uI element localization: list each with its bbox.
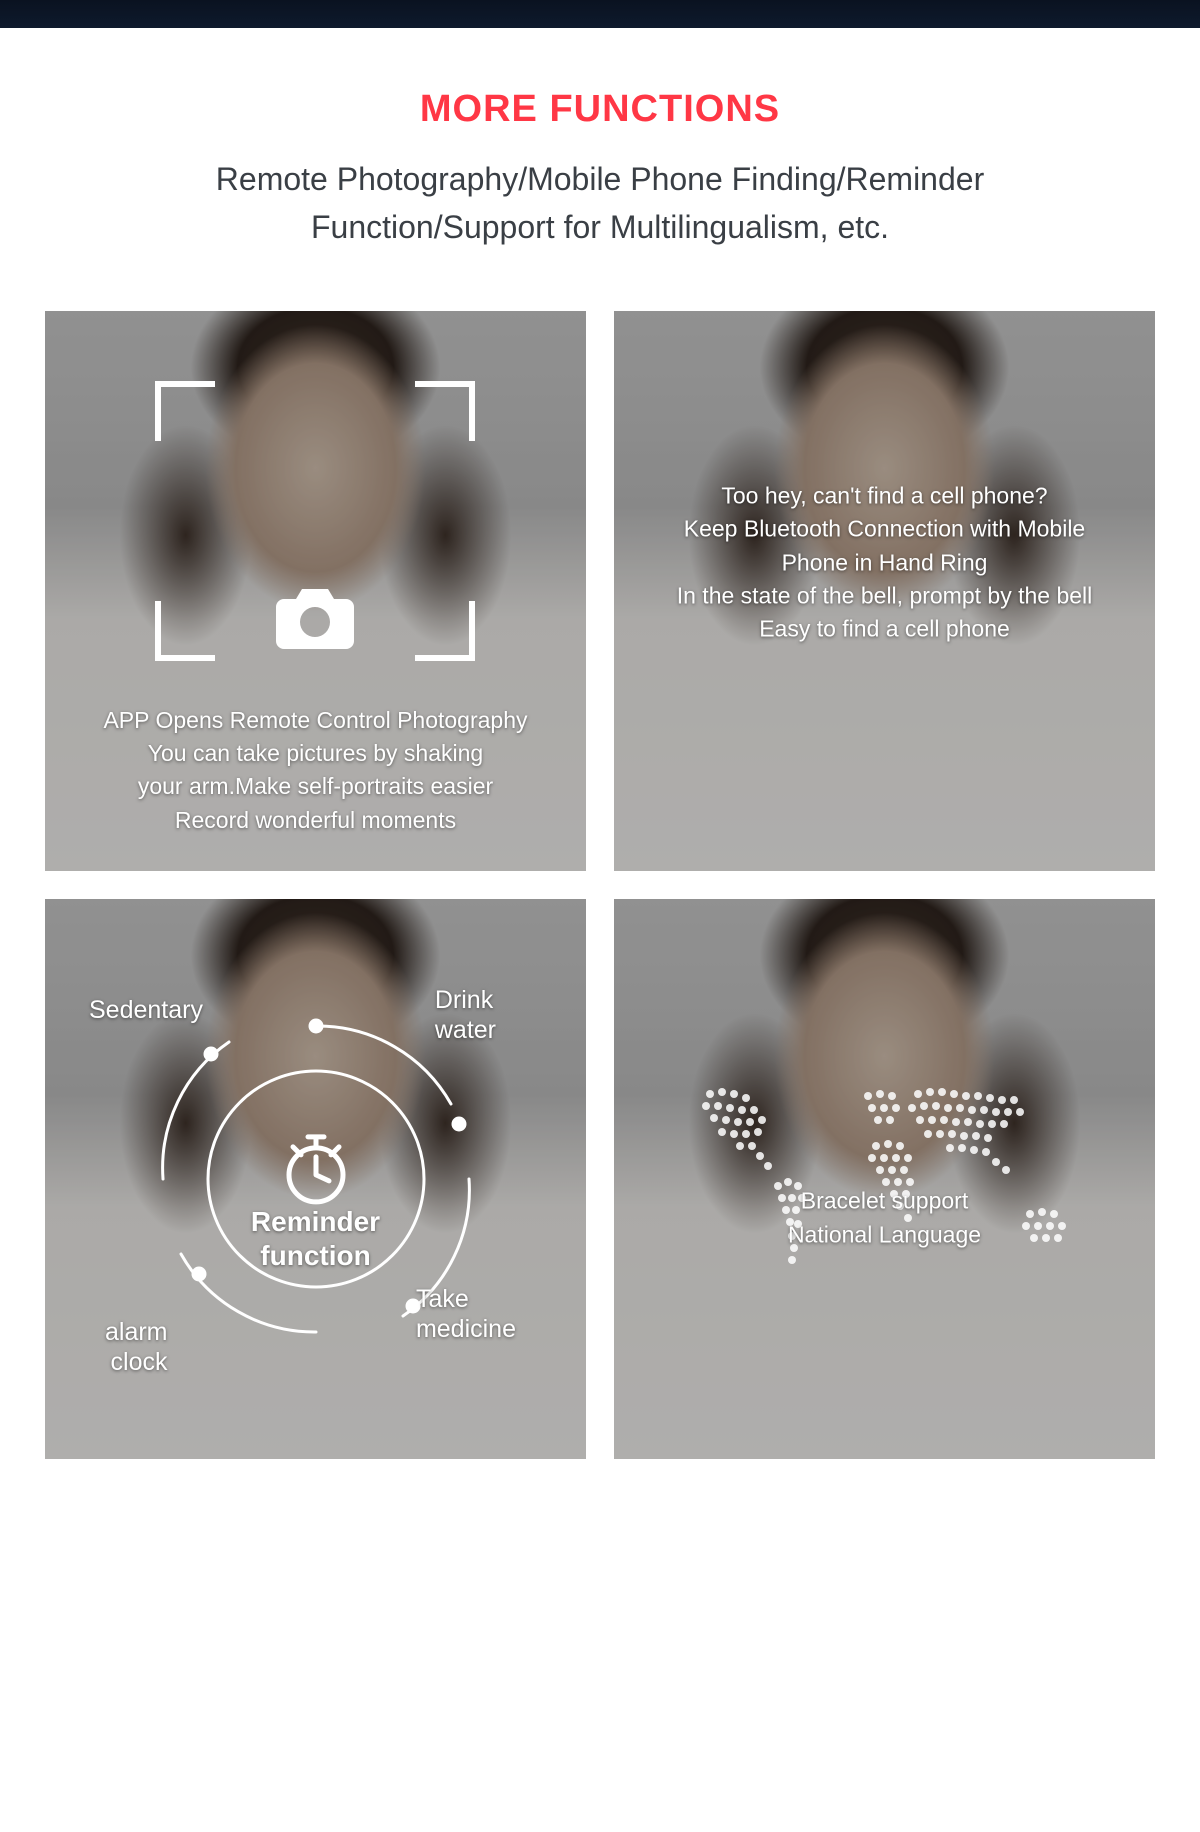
- card-reminder: Reminder function Sedentary Drink water …: [45, 899, 586, 1459]
- card-find-phone: Too hey, can't find a cell phone? Keep B…: [614, 311, 1155, 871]
- remote-photo-caption: APP Opens Remote Control Photography You…: [45, 704, 586, 837]
- section-header: MORE FUNCTIONS Remote Photography/Mobile…: [0, 28, 1200, 291]
- label-alarm-clock: alarm clock: [105, 1317, 168, 1377]
- section-title: MORE FUNCTIONS: [90, 88, 1110, 131]
- label-sedentary: Sedentary: [89, 995, 203, 1025]
- stopwatch-icon: [283, 1131, 349, 1205]
- card-multilingual: Bracelet support National Language: [614, 899, 1155, 1459]
- section-subtitle: Remote Photography/Mobile Phone Finding/…: [90, 155, 1110, 251]
- camera-icon: [276, 589, 354, 649]
- reminder-center-label: Reminder function: [251, 1205, 380, 1272]
- label-take-medicine: Take medicine: [416, 1284, 516, 1344]
- top-dark-strip: [0, 0, 1200, 28]
- label-drink-water: Drink water: [435, 985, 496, 1045]
- multilingual-caption: Bracelet support National Language: [614, 1185, 1155, 1252]
- world-map-icon: [650, 1054, 1120, 1304]
- card-remote-photography: APP Opens Remote Control Photography You…: [45, 311, 586, 871]
- find-phone-caption: Too hey, can't find a cell phone? Keep B…: [614, 480, 1155, 647]
- feature-grid: APP Opens Remote Control Photography You…: [0, 291, 1200, 1509]
- camera-focus-frame-icon: [155, 381, 475, 661]
